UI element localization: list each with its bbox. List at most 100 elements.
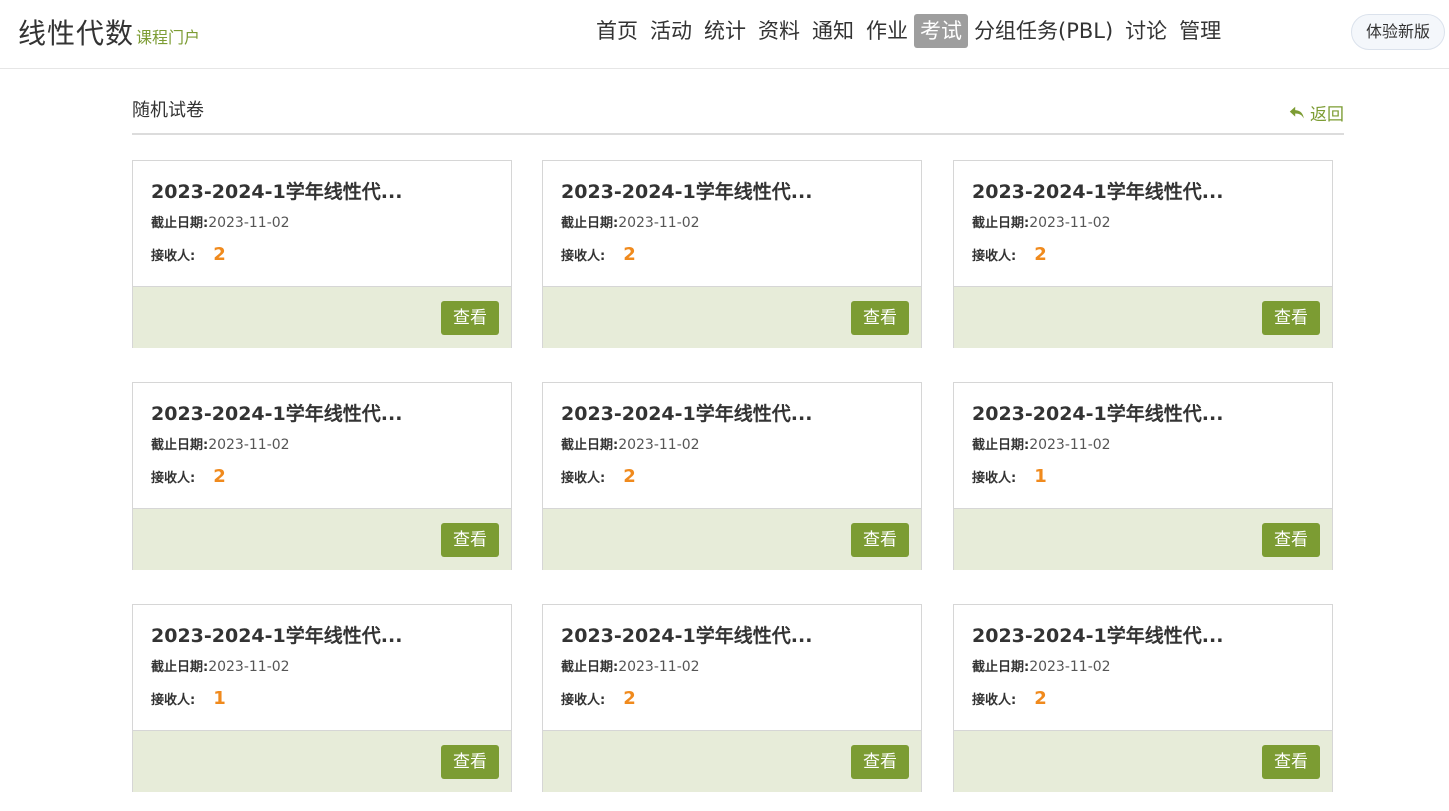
exam-card: 2023-2024-1学年线性代... 截止日期:2023-11-02 接收人: 2 查… xyxy=(542,160,922,348)
deadline-value: 2023-11-02 xyxy=(1029,215,1111,231)
recipients-label: 接收人: xyxy=(561,249,606,264)
recipients-row: 接收人: 1 xyxy=(151,688,226,709)
exam-name[interactable]: 2023-2024-1学年线性代... xyxy=(561,621,812,648)
recipients-label: 接收人: xyxy=(561,693,606,708)
deadline-row: 截止日期:2023-11-02 xyxy=(561,434,700,453)
exam-name[interactable]: 2023-2024-1学年线性代... xyxy=(972,621,1223,648)
deadline-row: 截止日期:2023-11-02 xyxy=(151,212,290,231)
nav-home[interactable]: 首页 xyxy=(590,14,644,48)
back-label: 返回 xyxy=(1310,105,1344,125)
deadline-row: 截止日期:2023-11-02 xyxy=(151,656,290,675)
recipients-label: 接收人: xyxy=(972,471,1017,486)
recipients-row: 接收人: 2 xyxy=(151,244,226,265)
view-button[interactable]: 查看 xyxy=(1262,523,1320,557)
brand[interactable]: 线性代数 课程门户 xyxy=(18,12,200,52)
deadline-value: 2023-11-02 xyxy=(1029,437,1111,453)
back-arrow-icon xyxy=(1289,106,1304,118)
recipients-row: 接收人: 2 xyxy=(972,244,1047,265)
view-button[interactable]: 查看 xyxy=(851,301,909,335)
deadline-row: 截止日期:2023-11-02 xyxy=(972,656,1111,675)
exam-name[interactable]: 2023-2024-1学年线性代... xyxy=(151,399,402,426)
deadline-label: 截止日期: xyxy=(561,216,619,231)
deadline-label: 截止日期: xyxy=(972,216,1030,231)
deadline-row: 截止日期:2023-11-02 xyxy=(972,212,1111,231)
exam-card: 2023-2024-1学年线性代... 截止日期:2023-11-02 接收人: 2 查… xyxy=(132,160,512,348)
recipients-row: 接收人: 2 xyxy=(561,244,636,265)
deadline-row: 截止日期:2023-11-02 xyxy=(151,434,290,453)
recipients-count: 2 xyxy=(213,466,226,487)
nav-notices[interactable]: 通知 xyxy=(806,14,860,48)
page-title: 随机试卷 xyxy=(132,100,204,121)
recipients-count: 1 xyxy=(213,688,226,709)
deadline-value: 2023-11-02 xyxy=(618,437,700,453)
recipients-count: 2 xyxy=(623,244,636,265)
recipients-row: 接收人: 2 xyxy=(561,688,636,709)
course-portal-label: 课程门户 xyxy=(136,28,201,47)
nav-materials[interactable]: 资料 xyxy=(752,14,806,48)
recipients-row: 接收人: 2 xyxy=(972,688,1047,709)
recipients-label: 接收人: xyxy=(972,249,1017,264)
recipients-count: 2 xyxy=(1034,688,1047,709)
exam-name[interactable]: 2023-2024-1学年线性代... xyxy=(561,399,812,426)
deadline-label: 截止日期: xyxy=(151,216,209,231)
exam-card: 2023-2024-1学年线性代... 截止日期:2023-11-02 接收人: 2 查… xyxy=(953,604,1333,792)
exam-card: 2023-2024-1学年线性代... 截止日期:2023-11-02 接收人: 2 查… xyxy=(953,160,1333,348)
recipients-row: 接收人: 2 xyxy=(151,466,226,487)
deadline-label: 截止日期: xyxy=(561,438,619,453)
recipients-row: 接收人: 1 xyxy=(972,466,1047,487)
main-nav: 首页 活动 统计 资料 通知 作业 考试 分组任务(PBL) 讨论 管理 xyxy=(590,12,1227,50)
card-footer: 查看 xyxy=(543,286,921,348)
recipients-label: 接收人: xyxy=(151,693,196,708)
recipients-count: 2 xyxy=(1034,244,1047,265)
view-button[interactable]: 查看 xyxy=(851,523,909,557)
nav-statistics[interactable]: 统计 xyxy=(698,14,752,48)
card-footer: 查看 xyxy=(133,508,511,570)
deadline-row: 截止日期:2023-11-02 xyxy=(561,212,700,231)
deadline-row: 截止日期:2023-11-02 xyxy=(561,656,700,675)
nav-group-task[interactable]: 分组任务(PBL) xyxy=(968,14,1119,48)
deadline-label: 截止日期: xyxy=(972,438,1030,453)
nav-manage[interactable]: 管理 xyxy=(1173,14,1227,48)
deadline-value: 2023-11-02 xyxy=(618,659,700,675)
exam-name[interactable]: 2023-2024-1学年线性代... xyxy=(151,621,402,648)
deadline-value: 2023-11-02 xyxy=(208,659,290,675)
exam-card: 2023-2024-1学年线性代... 截止日期:2023-11-02 接收人: 2 查… xyxy=(132,382,512,570)
exam-card: 2023-2024-1学年线性代... 截止日期:2023-11-02 接收人: 2 查… xyxy=(542,604,922,792)
exam-name[interactable]: 2023-2024-1学年线性代... xyxy=(972,177,1223,204)
view-button[interactable]: 查看 xyxy=(1262,301,1320,335)
exam-name[interactable]: 2023-2024-1学年线性代... xyxy=(151,177,402,204)
view-button[interactable]: 查看 xyxy=(1262,745,1320,779)
deadline-label: 截止日期: xyxy=(151,660,209,675)
recipients-count: 2 xyxy=(623,688,636,709)
nav-homework[interactable]: 作业 xyxy=(860,14,914,48)
card-footer: 查看 xyxy=(954,508,1332,570)
back-link[interactable]: 返回 xyxy=(1288,100,1344,125)
card-footer: 查看 xyxy=(954,286,1332,348)
deadline-label: 截止日期: xyxy=(151,438,209,453)
exam-card: 2023-2024-1学年线性代... 截止日期:2023-11-02 接收人: 1 查… xyxy=(953,382,1333,570)
try-new-version-button[interactable]: 体验新版 xyxy=(1351,14,1445,50)
nav-exam[interactable]: 考试 xyxy=(914,14,968,48)
card-footer: 查看 xyxy=(133,730,511,792)
view-button[interactable]: 查看 xyxy=(441,523,499,557)
recipients-label: 接收人: xyxy=(151,249,196,264)
deadline-label: 截止日期: xyxy=(561,660,619,675)
exam-card: 2023-2024-1学年线性代... 截止日期:2023-11-02 接收人: 1 查… xyxy=(132,604,512,792)
nav-activity[interactable]: 活动 xyxy=(644,14,698,48)
deadline-value: 2023-11-02 xyxy=(1029,659,1111,675)
view-button[interactable]: 查看 xyxy=(441,745,499,779)
recipients-row: 接收人: 2 xyxy=(561,466,636,487)
view-button[interactable]: 查看 xyxy=(851,745,909,779)
exam-name[interactable]: 2023-2024-1学年线性代... xyxy=(561,177,812,204)
view-button[interactable]: 查看 xyxy=(441,301,499,335)
recipients-count: 2 xyxy=(213,244,226,265)
exam-name[interactable]: 2023-2024-1学年线性代... xyxy=(972,399,1223,426)
nav-discussion[interactable]: 讨论 xyxy=(1119,14,1173,48)
exam-card: 2023-2024-1学年线性代... 截止日期:2023-11-02 接收人: 2 查… xyxy=(542,382,922,570)
recipients-label: 接收人: xyxy=(561,471,606,486)
deadline-row: 截止日期:2023-11-02 xyxy=(972,434,1111,453)
deadline-value: 2023-11-02 xyxy=(208,437,290,453)
recipients-label: 接收人: xyxy=(151,471,196,486)
card-footer: 查看 xyxy=(954,730,1332,792)
deadline-label: 截止日期: xyxy=(972,660,1030,675)
